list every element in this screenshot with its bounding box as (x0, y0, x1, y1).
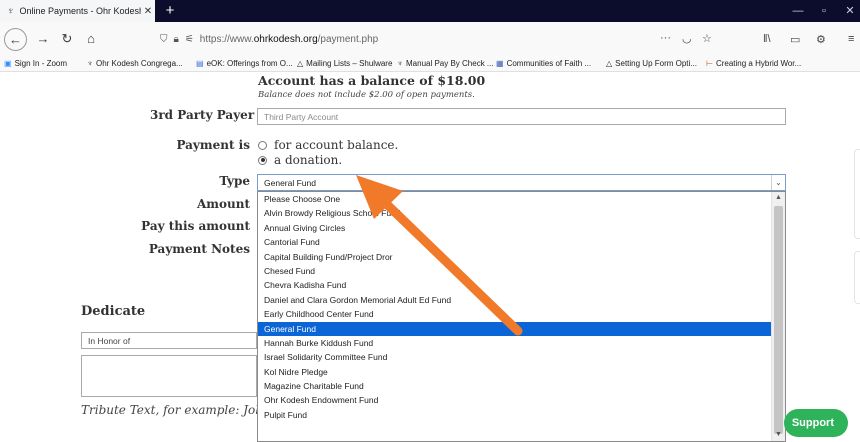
radio-button-checked[interactable] (258, 155, 267, 165)
bookmark-item[interactable]: ⊢ Creating a Hybrid Wor... (706, 59, 801, 68)
radio-button[interactable] (258, 140, 267, 150)
temple-icon: ♆ (87, 59, 93, 68)
bookmark-label: Ohr Kodesh Congrega... (96, 59, 183, 68)
bookmark-item[interactable]: ▦ Communities of Faith ... (496, 59, 591, 68)
bookmark-item[interactable]: ▤ eOK: Offerings from O... (196, 59, 293, 68)
pin-icon: ⊢ (706, 59, 713, 68)
drive-icon: △ (297, 59, 304, 68)
bookmark-label: Setting Up Form Opti... (615, 59, 697, 68)
third-party-input[interactable]: Third Party Account (257, 108, 786, 125)
dropdown-option[interactable]: Capital Building Fund/Project Dror (258, 250, 772, 264)
radio-label: for account balance. (274, 138, 399, 152)
pay-this-amount-label: Pay this amount (141, 219, 250, 233)
selected-value: General Fund (264, 177, 316, 188)
dropdown-option[interactable]: Early Childhood Center Fund (258, 307, 772, 321)
drive-icon: △ (606, 59, 613, 68)
payment-page: Account has a balance of $18.00 Balance … (0, 72, 860, 442)
dropdown-option[interactable]: Kol Nidre Pledge (258, 365, 772, 379)
dropdown-option[interactable]: Alvin Browdy Religious School Fund (258, 206, 772, 220)
temple-icon: ♆ (7, 5, 15, 17)
side-panel-edge (854, 251, 860, 304)
scroll-down-icon[interactable]: ▼ (772, 429, 785, 441)
fund-type-dropdown[interactable]: Please Choose One Alvin Browdy Religious … (257, 191, 786, 442)
doc-icon: ▤ (196, 59, 204, 68)
navigation-bar: ← → ↻ ⌂ ⛉ 🔒︎ ⚟ https://www.ohrkodesh.org… (0, 22, 860, 56)
third-party-label: 3rd Party Payer (150, 108, 255, 122)
url-bar[interactable]: ⛉ 🔒︎ ⚟ https://www.ohrkodesh.org/payment… (160, 27, 720, 51)
dropdown-option[interactable]: Magazine Charitable Fund (258, 379, 772, 393)
browser-tab[interactable]: ♆ Online Payments - Ohr Kodesh ✕ (0, 0, 155, 22)
zoom-icon: ▣ (4, 59, 12, 68)
menu-icon[interactable]: ≡ (848, 33, 854, 45)
scroll-up-icon[interactable]: ▲ (772, 192, 785, 204)
dropdown-option[interactable]: Ohr Kodesh Endowment Fund (258, 393, 772, 407)
dropdown-option[interactable]: Cantorial Fund (258, 235, 772, 249)
bookmarks-toolbar: ▣ Sign In - Zoom ♆ Ohr Kodesh Congrega..… (0, 56, 860, 72)
page-actions-menu[interactable]: ··· (660, 32, 671, 44)
minimize-icon[interactable]: — (786, 0, 810, 22)
fund-type-select[interactable]: General Fund ⌄ (257, 174, 786, 191)
close-window-icon[interactable]: ✕ (838, 0, 860, 22)
dedicate-select[interactable]: In Honor of (81, 332, 257, 349)
library-icon[interactable]: ‖\ (763, 33, 771, 45)
tribute-hint: Tribute Text, for example: John (81, 403, 257, 417)
dropdown-scrollbar[interactable]: ▲ ▼ (771, 192, 785, 441)
dropdown-option[interactable]: Annual Giving Circles (258, 221, 772, 235)
support-button[interactable]: Support (784, 409, 848, 437)
dropdown-options: Please Choose One Alvin Browdy Religious … (258, 192, 785, 422)
payment-notes-label: Payment Notes (148, 242, 250, 256)
dropdown-option[interactable]: Pulpit Fund (258, 408, 772, 422)
shield-icon[interactable]: ⛉ (160, 34, 168, 45)
tab-title: Online Payments - Ohr Kodesh (19, 6, 142, 16)
bookmark-label: Sign In - Zoom (14, 59, 68, 68)
bookmark-label: Manual Pay By Check ... (406, 59, 494, 68)
close-tab-icon[interactable]: ✕ (141, 6, 155, 17)
bookmark-item[interactable]: ♆ Ohr Kodesh Congrega... (87, 59, 183, 68)
dropdown-option[interactable]: Israel Solidarity Committee Fund (258, 350, 772, 364)
bookmark-label: Communities of Faith ... (506, 59, 592, 68)
forward-button[interactable]: → (32, 28, 54, 50)
new-tab-button[interactable]: + (160, 1, 180, 21)
scroll-thumb[interactable] (774, 206, 783, 434)
dedicate-heading: Dedicate (81, 304, 146, 319)
dropdown-option[interactable]: Hannah Burke Kiddush Fund (258, 336, 772, 350)
radio-account-balance[interactable]: for account balance. (258, 138, 398, 152)
home-button[interactable]: ⌂ (80, 28, 102, 50)
radio-label: a donation. (274, 153, 343, 167)
pocket-icon[interactable]: ◡ (682, 32, 692, 45)
tribute-textarea[interactable] (81, 355, 257, 397)
temple-icon: ♆ (397, 59, 403, 68)
tab-strip: ♆ Online Payments - Ohr Kodesh ✕ + — ▫ ✕ (0, 0, 860, 22)
bookmark-item[interactable]: △ Mailing Lists – Shulware (297, 59, 392, 68)
side-panel-edge (854, 149, 860, 239)
chevron-down-icon[interactable]: ⌄ (771, 175, 785, 190)
bookmark-star-icon[interactable]: ☆ (702, 32, 712, 45)
bookmark-item[interactable]: ▣ Sign In - Zoom (4, 59, 67, 68)
radio-donation[interactable]: a donation. (258, 153, 342, 167)
reload-button[interactable]: ↻ (56, 28, 78, 50)
extension-icon[interactable]: ⚙ (816, 33, 826, 46)
type-label: Type (219, 174, 250, 188)
permissions-icon[interactable]: ⚟ (185, 34, 194, 45)
balance-note: Balance does not include $2.00 of open p… (258, 90, 475, 100)
sidebar-icon[interactable]: ▭ (790, 33, 800, 46)
bookmark-item[interactable]: △ Setting Up Form Opti... (606, 59, 697, 68)
dropdown-option[interactable]: Daniel and Clara Gordon Memorial Adult E… (258, 293, 772, 307)
maximize-icon[interactable]: ▫ (812, 0, 836, 22)
url-text[interactable]: https://www.ohrkodesh.org/payment.php (200, 34, 378, 45)
bookmark-label: eOK: Offerings from O... (206, 59, 293, 68)
dropdown-option[interactable]: Chevra Kadisha Fund (258, 278, 772, 292)
community-icon: ▦ (496, 59, 504, 68)
dropdown-option[interactable]: Please Choose One (258, 192, 772, 206)
payment-is-label: Payment is (176, 138, 250, 152)
account-balance: Account has a balance of $18.00 (258, 73, 486, 88)
lock-icon[interactable]: 🔒︎ (174, 34, 179, 45)
dropdown-option[interactable]: Chesed Fund (258, 264, 772, 278)
amount-label: Amount (196, 197, 250, 211)
bookmark-label: Creating a Hybrid Wor... (715, 59, 802, 68)
back-button[interactable]: ← (4, 28, 27, 51)
dropdown-option[interactable]: General Fund (258, 321, 772, 336)
bookmark-item[interactable]: ♆ Manual Pay By Check ... (397, 59, 494, 68)
bookmark-label: Mailing Lists – Shulware (306, 59, 393, 68)
